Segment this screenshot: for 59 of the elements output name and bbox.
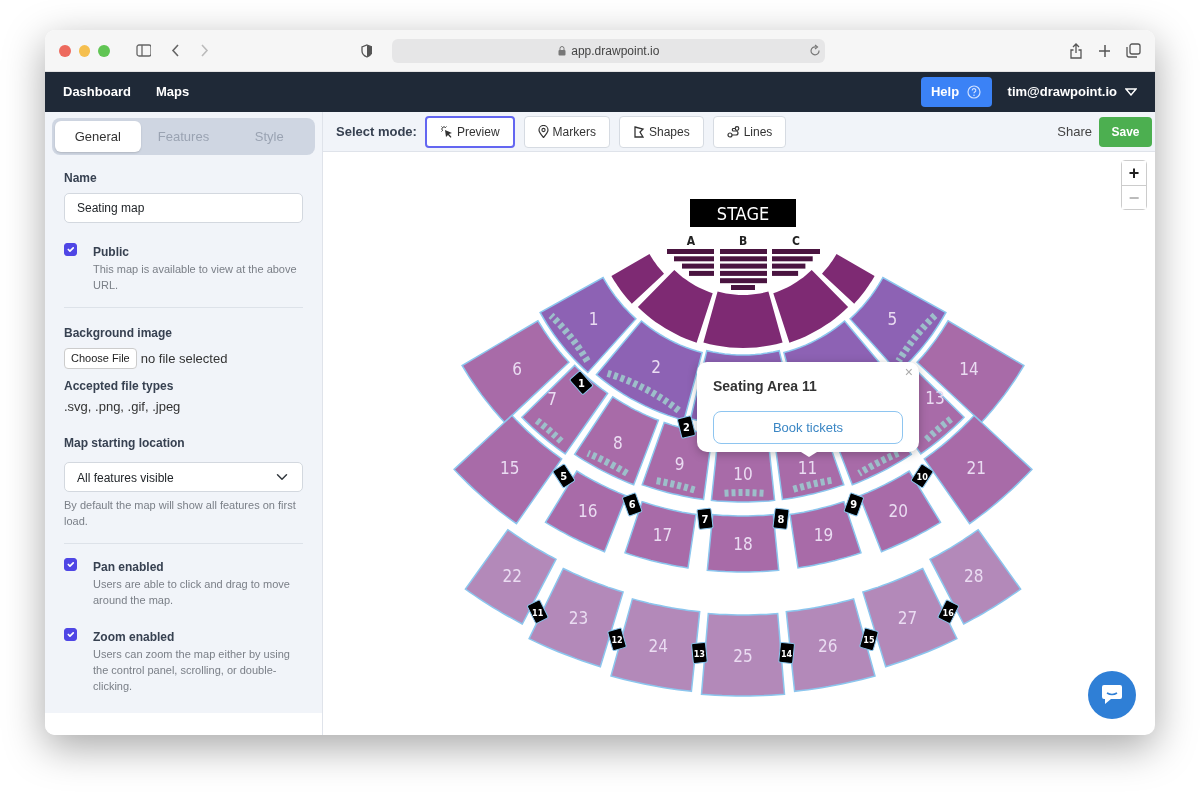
help-text: Users can zoom the map either by using the control panel, scrolling, or double-clicking.: [93, 647, 291, 694]
gate-number: 13: [693, 648, 706, 659]
field-label: Background image: [64, 325, 174, 342]
popup-title: Seating Area 11: [713, 377, 818, 396]
section-number: 14: [959, 358, 979, 379]
gate-number: 6: [628, 498, 636, 512]
gate-number: 9: [850, 498, 858, 512]
section-number: 24: [648, 636, 669, 657]
field-label: Map starting location: [64, 435, 186, 452]
gate-number: 5: [560, 469, 568, 483]
section-number: 25: [733, 645, 753, 666]
gate-number: 15: [863, 635, 875, 646]
section-number: 17: [652, 525, 673, 546]
stage-label: STAGE: [716, 203, 770, 224]
section-number: 7: [547, 389, 557, 410]
url-text: app.drawpoint.io: [571, 42, 660, 60]
section-number: 2: [651, 356, 662, 377]
section-number: 28: [963, 566, 984, 587]
gate-number: 8: [777, 512, 785, 526]
section-number: 1: [588, 308, 599, 329]
section-number: 20: [888, 501, 908, 522]
row-label: B: [738, 234, 748, 248]
row-label: A: [686, 234, 696, 248]
section-number: 23: [568, 607, 589, 628]
gate-number: 11: [532, 607, 544, 618]
section-number: 10: [733, 464, 753, 484]
checkbox-label: Public: [93, 244, 130, 261]
gate-number: 1: [577, 376, 585, 390]
gate-number: 2: [682, 421, 690, 435]
gate-number: 16: [942, 607, 954, 618]
section-number: 6: [512, 358, 522, 379]
section-number: 26: [817, 636, 838, 657]
section-number: 11: [797, 458, 818, 479]
section-number: 16: [578, 501, 598, 522]
help-text: This map is available to view at the above URL.: [93, 262, 298, 293]
checkbox-label: Zoom enabled: [93, 629, 176, 646]
gate-number: 10: [916, 471, 928, 482]
section-number: 27: [897, 607, 918, 628]
section-number: 21: [966, 458, 986, 479]
file-types: .svg, .png, .gif, .jpeg: [64, 397, 182, 416]
section-number: 5: [887, 308, 898, 329]
section-number: 9: [674, 454, 685, 475]
help-text: Users are able to click and drag to move around the map.: [93, 577, 291, 608]
gate-number: 12: [611, 635, 623, 646]
section-number: 19: [813, 525, 834, 546]
checkbox-label: Pan enabled: [93, 559, 165, 576]
field-label: Accepted file types: [64, 377, 175, 395]
row-label: C: [792, 234, 800, 248]
section-number: 22: [502, 566, 523, 587]
help-text: By default the map will show all features on first load.: [64, 498, 297, 529]
mode-label: Select mode:: [336, 122, 417, 141]
section-number: 13: [925, 388, 945, 409]
file-status: no file selected: [140, 349, 228, 368]
gate-number: 7: [701, 512, 709, 526]
field-label: Name: [64, 170, 98, 187]
section-number: 18: [733, 534, 753, 554]
section-number: 8: [612, 433, 623, 454]
section-number: 15: [500, 458, 520, 479]
gate-number: 14: [780, 648, 793, 659]
